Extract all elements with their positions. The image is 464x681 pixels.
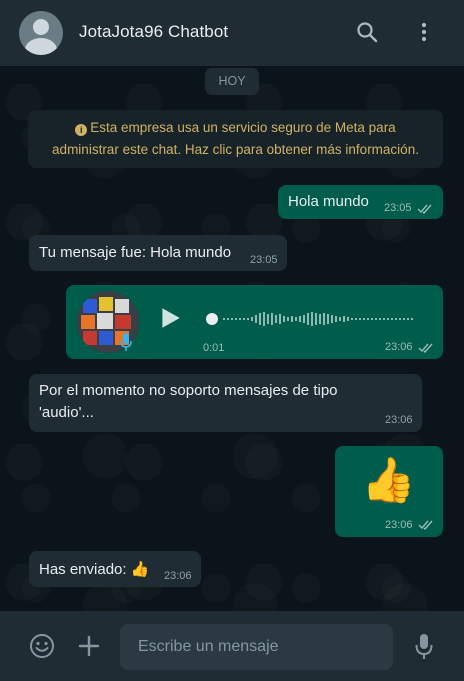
menu-icon[interactable] xyxy=(412,20,436,44)
double-check-icon xyxy=(418,343,433,353)
audio-message[interactable]: 0:01 23:06 xyxy=(66,285,443,359)
encryption-notice[interactable]: i Esta empresa usa un servicio seguro de … xyxy=(28,110,443,168)
notice-line-2: administrar este chat. Haz clic para obt… xyxy=(52,142,419,157)
message-text: Hola mundo xyxy=(288,193,369,210)
emoji-icon[interactable] xyxy=(29,633,55,659)
microphone-icon[interactable] xyxy=(414,633,434,661)
double-check-icon xyxy=(417,204,432,214)
attach-plus-icon[interactable] xyxy=(77,634,101,658)
message-bubble[interactable]: Por el momento no soporto mensajes de ti… xyxy=(29,374,422,432)
chat-header: JotaJota96 Chatbot xyxy=(0,0,464,66)
message-bubble[interactable]: Tu mensaje fue: Hola mundo 23:05 xyxy=(29,235,287,271)
message-text: Tu mensaje fue: Hola mundo xyxy=(39,244,232,261)
message-text-line-2: 'audio'... xyxy=(39,404,94,421)
message-time: 23:05 xyxy=(384,202,412,214)
message-time: 23:06 xyxy=(385,519,413,531)
message-input-box[interactable] xyxy=(120,624,393,670)
thumbs-up-emoji: 👍 xyxy=(361,455,416,506)
message-input[interactable] xyxy=(120,624,393,670)
message-time: 23:06 xyxy=(385,341,413,353)
audio-waveform[interactable] xyxy=(205,309,425,329)
message-time: 23:06 xyxy=(385,414,413,426)
message-bubble[interactable]: Has enviado: 👍 23:06 xyxy=(29,551,201,587)
date-chip: HOY xyxy=(205,68,259,95)
message-bubble[interactable]: Hola mundo 23:05 xyxy=(278,185,443,219)
notice-line-1: Esta empresa usa un servicio seguro de M… xyxy=(90,120,396,135)
play-icon[interactable] xyxy=(157,305,183,331)
double-check-icon xyxy=(418,520,433,530)
avatar[interactable] xyxy=(19,11,63,55)
compose-bar xyxy=(0,611,464,681)
search-icon[interactable] xyxy=(355,20,379,44)
sticker-message[interactable]: 👍 23:06 xyxy=(335,446,443,537)
microphone-icon xyxy=(120,333,132,351)
audio-duration: 0:01 xyxy=(203,342,225,354)
info-icon: i xyxy=(75,124,88,136)
message-text-line-1: Por el momento no soporto mensajes de ti… xyxy=(39,382,338,399)
message-time: 23:06 xyxy=(164,570,192,582)
message-time: 23:05 xyxy=(250,254,278,266)
message-text: Has enviado: 👍 xyxy=(39,561,150,578)
chat-title[interactable]: JotaJota96 Chatbot xyxy=(79,22,228,42)
